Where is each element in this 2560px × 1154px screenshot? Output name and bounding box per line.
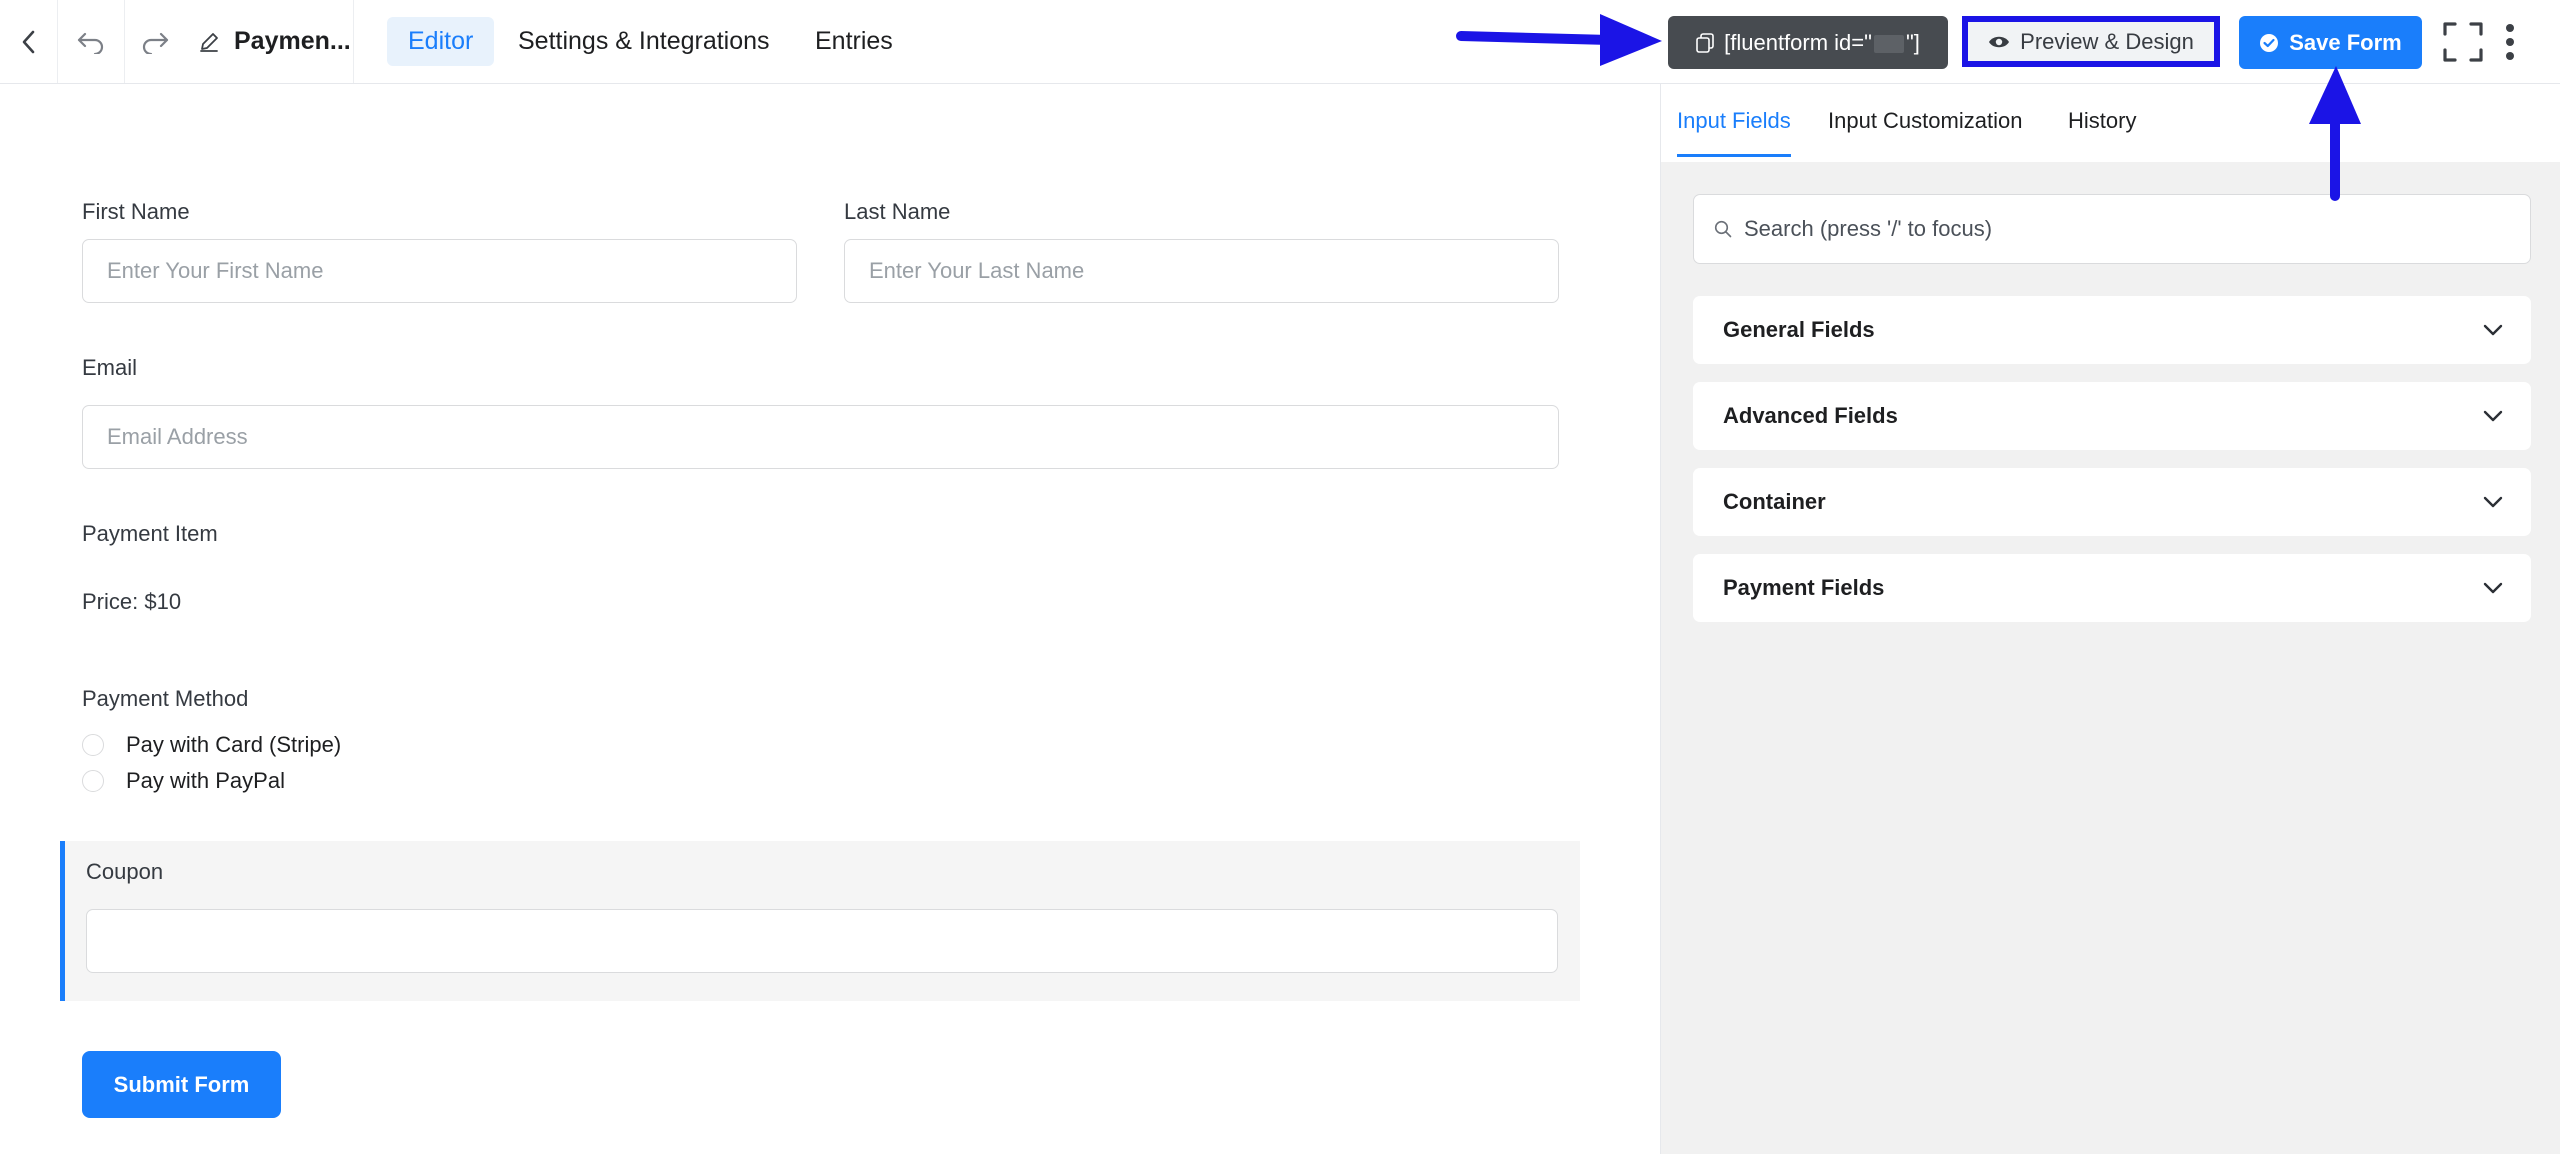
last-name-label: Last Name [844,199,951,224]
group-advanced-fields[interactable]: Advanced Fields [1693,382,2531,450]
tab-settings-integrations[interactable]: Settings & Integrations [497,17,791,66]
redacted-id [1873,34,1904,53]
payment-option-stripe[interactable]: Pay with Card (Stripe) [82,732,341,758]
chevron-down-icon [2483,582,2503,594]
chevron-down-icon [2483,324,2503,336]
payment-method-label: Payment Method [82,686,249,711]
group-container[interactable]: Container [1693,468,2531,536]
coupon-input[interactable] [86,909,1558,973]
preview-design-button[interactable]: Preview & Design [1962,16,2220,67]
toolbar-divider [353,0,354,83]
preview-label: Preview & Design [2020,28,2194,54]
email-input[interactable]: Email Address [82,405,1559,469]
group-label: Container [1723,489,1826,514]
tab-input-customization[interactable]: Input Customization [1828,108,2022,154]
chevron-left-icon [22,30,34,53]
fields-sidebar: Input Fields Input Customization History… [1660,84,2560,1154]
pencil-icon [198,31,220,53]
check-circle-icon [2260,33,2279,52]
tab-history[interactable]: History [2068,108,2136,154]
search-icon [1714,220,1732,238]
tab-input-fields[interactable]: Input Fields [1677,108,1791,157]
eye-icon [1989,36,2010,47]
shortcode-suffix: "] [1905,29,1920,55]
undo-icon [77,32,104,54]
search-placeholder: Search (press '/' to focus) [1744,216,1993,241]
copy-shortcode-button[interactable]: [fluentform id=" "] [1668,16,1948,69]
tab-editor[interactable]: Editor [387,17,495,66]
option-label: Pay with PayPal [126,768,285,793]
coupon-field-selected[interactable]: Coupon [60,841,1580,1001]
shortcode-text: [fluentform id=" "] [1724,30,1920,56]
first-name-input[interactable]: Enter Your First Name [82,239,797,303]
group-general-fields[interactable]: General Fields [1693,296,2531,364]
save-label: Save Form [2289,29,2402,55]
email-label: Email [82,355,138,380]
payment-option-paypal[interactable]: Pay with PayPal [82,768,285,794]
option-label: Pay with Card (Stripe) [126,732,342,757]
redo-button[interactable] [125,0,185,83]
group-label: General Fields [1723,317,1875,342]
form-title[interactable]: Paymen... [198,0,351,83]
radio-button[interactable] [82,770,104,792]
shortcode-prefix: [fluentform id=" [1724,29,1872,55]
sidebar-tabs: Input Fields Input Customization History [1661,84,2560,162]
undo-button[interactable] [58,0,125,83]
payment-item-label: Payment Item [82,521,218,546]
form-title-text: Paymen... [234,27,351,55]
payment-item-price: Price: $10 [82,589,182,614]
group-label: Advanced Fields [1723,403,1898,428]
form-editor-canvas: First Name Enter Your First Name Last Na… [0,84,1660,1154]
first-name-label: First Name [82,199,190,224]
more-options-icon[interactable] [2504,22,2516,62]
submit-form-button[interactable]: Submit Form [82,1051,281,1118]
coupon-label: Coupon [86,859,164,884]
redo-icon [142,32,169,54]
field-search-input[interactable]: Search (press '/' to focus) [1693,194,2531,264]
save-form-button[interactable]: Save Form [2239,16,2422,69]
back-button[interactable] [0,0,58,83]
top-toolbar: Paymen... Editor Settings & Integrations… [0,0,2560,84]
chevron-down-icon [2483,410,2503,422]
radio-button[interactable] [82,734,104,756]
group-label: Payment Fields [1723,575,1885,600]
last-name-input[interactable]: Enter Your Last Name [844,239,1559,303]
tab-entries[interactable]: Entries [794,17,914,66]
fullscreen-icon[interactable] [2443,22,2483,62]
copy-icon [1696,32,1714,53]
group-payment-fields[interactable]: Payment Fields [1693,554,2531,622]
chevron-down-icon [2483,496,2503,508]
